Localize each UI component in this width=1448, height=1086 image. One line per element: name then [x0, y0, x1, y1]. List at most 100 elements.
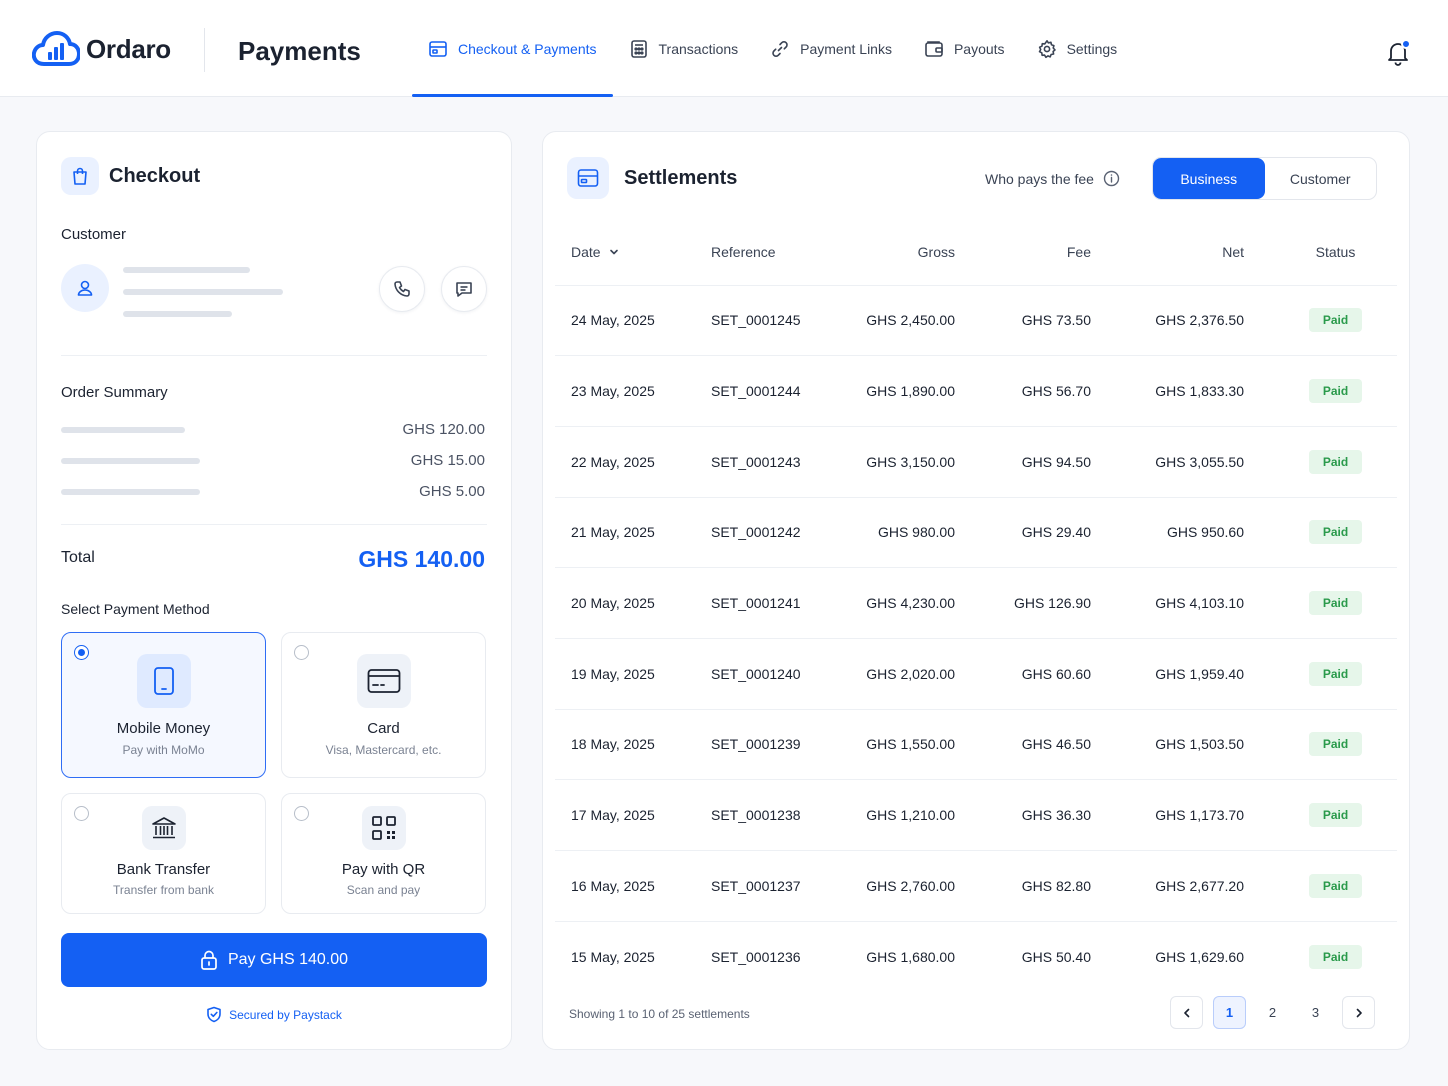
info-icon[interactable]: [1103, 170, 1120, 187]
fee-payer-toggle: Business Customer: [1152, 157, 1377, 200]
cell-fee: GHS 46.50: [955, 709, 1091, 781]
nav-label: Payment Links: [800, 40, 892, 57]
table-row[interactable]: 15 May, 2025 SET_0001236 GHS 1,680.00 GH…: [555, 921, 1397, 992]
notification-dot: [1401, 39, 1411, 49]
cell-date: 17 May, 2025: [555, 779, 685, 851]
checkout-title: Checkout: [109, 165, 201, 187]
cell-net: GHS 1,173.70: [1091, 779, 1244, 851]
settlements-card: Settlements Who pays the fee Business Cu…: [542, 131, 1410, 1050]
nav-label: Transactions: [658, 40, 739, 57]
settlements-table: Date Reference Gross Fee Net Status 24 M…: [555, 220, 1397, 992]
column-header-label: Date: [571, 244, 601, 261]
cell-status: Paid: [1244, 497, 1397, 569]
cell-fee: GHS 126.90: [955, 567, 1091, 639]
cell-gross: GHS 2,450.00: [815, 285, 955, 357]
fee-payer-option-customer[interactable]: Customer: [1265, 158, 1377, 199]
payment-method-qr[interactable]: Pay with QR Scan and pay: [281, 793, 486, 914]
page-button-1[interactable]: 1: [1213, 996, 1246, 1029]
table-row[interactable]: 16 May, 2025 SET_0001237 GHS 2,760.00 GH…: [555, 850, 1397, 922]
payment-method-card[interactable]: Card Visa, Mastercard, etc.: [281, 632, 486, 778]
nav-tab-transactions[interactable]: Transactions: [613, 0, 755, 97]
column-header-status: Status: [1244, 220, 1397, 286]
app-title: Payments: [238, 36, 361, 66]
cell-net: GHS 1,833.30: [1091, 355, 1244, 427]
table-row[interactable]: 20 May, 2025 SET_0001241 GHS 4,230.00 GH…: [555, 567, 1397, 639]
order-item-amount: GHS 120.00: [402, 421, 485, 438]
next-page-button[interactable]: [1342, 996, 1375, 1029]
settlements-header-icon-box: [567, 157, 609, 199]
cloud-chart-logo-icon: [32, 31, 80, 66]
cell-reference: SET_0001238: [685, 779, 815, 851]
cell-status: Paid: [1244, 426, 1397, 498]
total-value: GHS 140.00: [358, 546, 485, 572]
table-row[interactable]: 23 May, 2025 SET_0001244 GHS 1,890.00 GH…: [555, 355, 1397, 427]
payment-method-radio[interactable]: [294, 645, 309, 660]
customer-label: Customer: [61, 226, 127, 243]
nav-tab-checkout-payments[interactable]: Checkout & Payments: [412, 0, 613, 97]
cell-net: GHS 1,503.50: [1091, 709, 1244, 781]
prev-page-button[interactable]: [1170, 996, 1203, 1029]
cell-date: 19 May, 2025: [555, 638, 685, 710]
page-button-3[interactable]: 3: [1299, 996, 1332, 1029]
method-subtitle: Visa, Mastercard, etc.: [325, 743, 442, 757]
method-title: Pay with QR: [341, 861, 426, 878]
message-customer-button[interactable]: [441, 266, 487, 312]
link-icon: [772, 40, 788, 57]
cell-net: GHS 1,629.60: [1155, 948, 1244, 965]
payment-method-radio[interactable]: [74, 645, 89, 660]
payment-method-bank-transfer[interactable]: Bank Transfer Transfer from bank: [61, 793, 266, 914]
cell-status: Paid: [1244, 709, 1397, 781]
cell-reference: SET_0001236: [711, 948, 801, 965]
method-icon-box: [136, 654, 191, 708]
payment-method-label: Select Payment Method: [61, 601, 210, 617]
cell-date: 21 May, 2025: [555, 497, 685, 569]
payment-method-radio[interactable]: [294, 806, 309, 821]
cell-gross: GHS 1,890.00: [815, 355, 955, 427]
table-row[interactable]: 19 May, 2025 SET_0001240 GHS 2,020.00 GH…: [555, 638, 1397, 710]
fee-payer-option-business[interactable]: Business: [1153, 158, 1265, 199]
calculator-icon: [630, 39, 647, 58]
cell-status: Paid: [1244, 638, 1397, 710]
status-badge: Paid: [1308, 803, 1363, 828]
fee-payer-label: Who pays the fee: [985, 170, 1094, 187]
nav-tab-payouts[interactable]: Payouts: [908, 0, 1021, 97]
brand-name: Ordaro: [86, 33, 171, 64]
nav-tab-settings[interactable]: Settings: [1021, 0, 1134, 97]
cell-gross: GHS 4,230.00: [815, 567, 955, 639]
table-row[interactable]: 17 May, 2025 SET_0001238 GHS 1,210.00 GH…: [555, 779, 1397, 851]
payment-method-mobile-money[interactable]: Mobile Money Pay with MoMo: [61, 632, 266, 778]
pay-button[interactable]: Pay GHS 140.00: [61, 933, 487, 987]
total-label: Total: [61, 549, 95, 566]
page-button-2[interactable]: 2: [1256, 996, 1289, 1029]
table-header-row: Date Reference Gross Fee Net Status: [555, 220, 1397, 286]
pagination-summary: Showing 1 to 10 of 25 settlements: [569, 1007, 750, 1021]
status-badge: Paid: [1308, 732, 1363, 757]
divider: [61, 524, 487, 525]
payment-method-radio[interactable]: [74, 806, 89, 821]
cell-gross: GHS 2,020.00: [815, 638, 955, 710]
column-header-date[interactable]: Date: [555, 220, 685, 286]
table-row[interactable]: 18 May, 2025 SET_0001239 GHS 1,550.00 GH…: [555, 709, 1397, 781]
table-row[interactable]: 21 May, 2025 SET_0001242 GHS 980.00 GHS …: [555, 497, 1397, 569]
method-subtitle: Transfer from bank: [113, 883, 214, 897]
cell-reference: SET_0001242: [685, 497, 815, 569]
main-nav: Checkout & Payments Transactions Payment…: [412, 0, 1133, 97]
pagination: 1 2 3: [1170, 996, 1375, 1029]
call-customer-button[interactable]: [379, 266, 425, 312]
cell-fee: GHS 73.50: [955, 285, 1091, 357]
table-row[interactable]: 22 May, 2025 SET_0001243 GHS 3,150.00 GH…: [555, 426, 1397, 498]
checkout-card: Checkout Customer Order Summary GHS 120.…: [36, 131, 512, 1050]
divider: [61, 355, 487, 356]
nav-tab-payment-links[interactable]: Payment Links: [754, 0, 908, 97]
table-row[interactable]: 24 May, 2025 SET_0001245 GHS 2,450.00 GH…: [555, 285, 1397, 357]
cell-fee: GHS 60.60: [955, 638, 1091, 710]
bank-icon: [151, 817, 176, 839]
cell-reference: SET_0001243: [685, 426, 815, 498]
method-icon-box: [141, 806, 186, 850]
brand-logo[interactable]: Ordaro: [32, 30, 171, 68]
lock-icon: [201, 950, 217, 970]
message-icon: [456, 282, 472, 297]
method-title: Bank Transfer: [116, 861, 211, 878]
cell-date: 20 May, 2025: [555, 567, 685, 639]
cell-fee: GHS 36.30: [955, 779, 1091, 851]
